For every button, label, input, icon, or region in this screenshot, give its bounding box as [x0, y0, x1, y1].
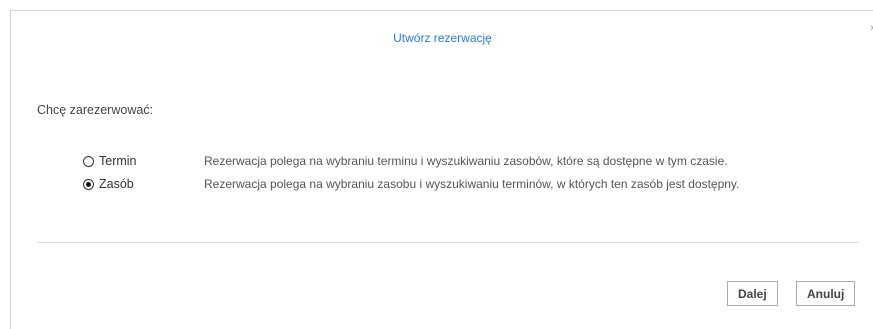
next-button[interactable]: Dalej [727, 281, 778, 306]
radio-termin[interactable] [83, 155, 94, 167]
option-zasob[interactable]: Zasób [83, 175, 134, 193]
cancel-button[interactable]: Anuluj [796, 281, 856, 306]
create-reservation-dialog: Utwórz rezerwację × Chcę zarezerwować: T… [10, 10, 873, 329]
divider [37, 242, 859, 243]
option-zasob-label: Zasób [99, 177, 134, 191]
radio-zasob[interactable] [83, 178, 94, 190]
option-termin-description: Rezerwacja polega na wybraniu terminu i … [204, 154, 728, 168]
option-termin-label: Termin [99, 154, 137, 168]
option-zasob-description: Rezerwacja polega na wybraniu zasobu i w… [204, 177, 740, 191]
option-termin[interactable]: Termin [83, 152, 137, 170]
dialog-title: Utwórz rezerwację [393, 31, 492, 45]
reservation-prompt: Chcę zarezerwować: [37, 103, 154, 117]
